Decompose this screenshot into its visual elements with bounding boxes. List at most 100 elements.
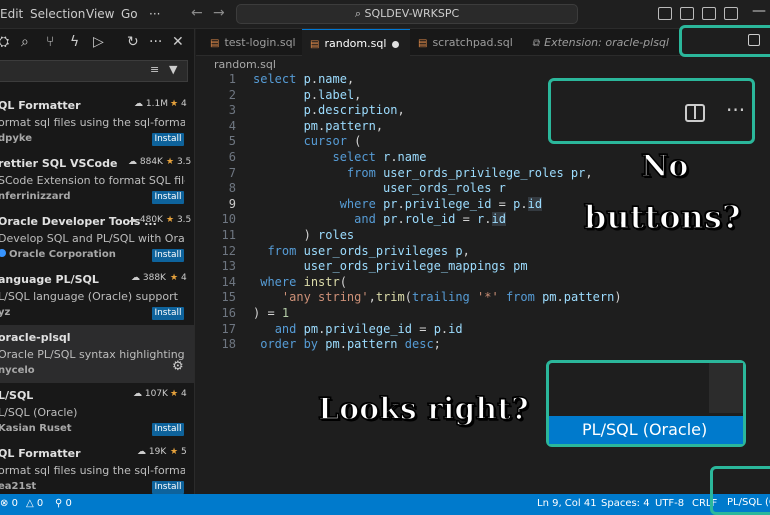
install-button[interactable]: Install: [152, 307, 184, 320]
warnings-status[interactable]: △ 0: [26, 498, 43, 509]
menu-more[interactable]: ···: [149, 7, 160, 21]
clear-filter-icon[interactable]: ≡: [150, 63, 159, 76]
extension-item[interactable]: Oracle Developer Tools ... ☁ 480K ★ 3.5 …: [0, 209, 194, 267]
code-line[interactable]: 12 from user_ords_privileges p,: [196, 244, 770, 260]
install-button[interactable]: Install: [152, 481, 184, 494]
tab-random[interactable]: ▤ random.sql: [302, 29, 410, 56]
line-number: 5: [228, 134, 236, 149]
install-button[interactable]: Install: [152, 191, 184, 204]
extension-description: ormat sql files using the sql-formatter …: [0, 116, 185, 129]
menu-edit[interactable]: Edit: [0, 7, 23, 21]
code-line[interactable]: 17 and pm.privilege_id = p.id: [196, 322, 770, 338]
download-count: ☁ 19K: [137, 447, 167, 457]
filter-icon[interactable]: ▼: [169, 63, 177, 76]
code-line[interactable]: 16) = 1: [196, 306, 770, 322]
tab-test-login[interactable]: ▤ test-login.sql: [204, 29, 302, 56]
star-icon: ★: [170, 447, 179, 457]
install-button[interactable]: Install: [152, 423, 184, 436]
toggle-sidebar-icon[interactable]: [658, 7, 672, 20]
line-number: 8: [228, 181, 236, 196]
broadcast-icon: ⚲: [55, 498, 66, 509]
extension-item[interactable]: anguage PL/SQL ☁ 388K ★ 4 L/SQL language…: [0, 267, 194, 325]
command-center[interactable]: ⌕ SQLDEV-WRKSPC: [236, 4, 578, 24]
warning-icon: △: [26, 498, 37, 509]
customize-layout-icon[interactable]: [724, 7, 738, 20]
back-arrow-icon[interactable]: ←: [191, 5, 203, 21]
command-center-label: SQLDEV-WRKSPC: [364, 7, 460, 20]
download-count: ☁ 884K: [128, 157, 163, 167]
extensions-sidebar: ⛭ ⌕ ⑂ ϟ ▷ ↻ ··· ✕ ≡ ▼ QL Formatter ☁ 1.1…: [0, 29, 195, 494]
unsaved-dot-icon[interactable]: [392, 40, 400, 48]
tab-scratchpad[interactable]: ▤ scratchpad.sql: [410, 29, 520, 56]
extension-publisher: nycelo: [0, 365, 35, 376]
cloud-download-icon: ☁: [137, 447, 149, 457]
cursor-position[interactable]: Ln 9, Col 41: [537, 498, 597, 509]
extension-search-input[interactable]: ≡ ▼: [0, 60, 188, 82]
extension-name: QL Formatter: [0, 447, 81, 460]
extension-item[interactable]: QL Formatter ☁ 19K ★ 5 ormat sql files u…: [0, 441, 194, 494]
split-editor-icon: [748, 34, 760, 46]
tab-extension-oracle-plsql[interactable]: ⧉ Extension: oracle-plsql: [526, 29, 669, 56]
gear-icon[interactable]: ⚙: [172, 359, 184, 374]
search-icon[interactable]: ⌕: [21, 34, 29, 50]
language-mode-status[interactable]: PL/SQL (O: [727, 497, 770, 508]
extension-description: Oracle PL/SQL syntax highlighting: [0, 348, 185, 361]
line-number: 12: [221, 243, 236, 258]
extension-name: oracle-plsql: [0, 331, 71, 344]
extension-item[interactable]: rettier SQL VSCode ☁ 884K ★ 3.5 SCode Ex…: [0, 151, 194, 209]
problems-status[interactable]: ⊗ 0: [0, 498, 18, 509]
extension-description: SCode Extension to format SQL files: [0, 174, 185, 187]
sidebar-toolbar: ⛭ ⌕ ⑂ ϟ ▷ ↻ ··· ✕: [0, 29, 194, 57]
extension-description: ormat sql files using the sql-formatter …: [0, 464, 185, 477]
more-actions-icon[interactable]: ···: [149, 34, 162, 50]
refresh-icon[interactable]: ↻: [127, 34, 139, 50]
cloud-download-icon: ☁: [128, 215, 140, 225]
extension-publisher: ea21st: [0, 481, 37, 492]
code-line[interactable]: 18 order by pm.pattern desc;: [196, 337, 770, 353]
callout-editor-actions: [679, 25, 770, 57]
line-number: 13: [221, 259, 236, 274]
extension-publisher: Oracle Corporation: [0, 249, 116, 260]
rating: ★ 4: [170, 99, 187, 109]
run-debug-icon[interactable]: ▷: [93, 34, 104, 50]
rating: ★ 4: [170, 273, 187, 283]
install-button[interactable]: Install: [152, 133, 184, 146]
ports-status[interactable]: ⚲ 0: [55, 498, 72, 509]
extensions-view-icon[interactable]: ⛭: [0, 34, 9, 50]
rating: ★ 3.5: [166, 215, 192, 225]
lightning-icon[interactable]: ϟ: [70, 34, 79, 50]
extension-item-selected[interactable]: oracle-plsql Oracle PL/SQL syntax highli…: [0, 325, 194, 383]
annotation-looks-right: Looks right?: [317, 391, 529, 428]
code-line[interactable]: 15 'any string',trim(trailing '*' from p…: [196, 290, 770, 306]
line-number: 3: [228, 103, 236, 118]
menu-go[interactable]: Go: [121, 7, 138, 21]
title-bar: Edit Selection View Go ··· ← → ⌕ SQLDEV-…: [0, 0, 770, 29]
indentation-status[interactable]: Spaces: 4: [601, 498, 650, 509]
extension-item[interactable]: L/SQL ☁ 107K ★ 4 L/SQL (Oracle) Kasian R…: [0, 383, 194, 441]
breadcrumb[interactable]: random.sql: [214, 58, 276, 71]
forward-arrow-icon[interactable]: →: [213, 5, 225, 21]
code-line[interactable]: 13 user_ords_privilege_mappings pm: [196, 259, 770, 275]
minimize-icon[interactable]: —: [752, 3, 766, 19]
encoding-status[interactable]: UTF-8: [655, 498, 684, 509]
cloud-download-icon: ☁: [133, 389, 145, 399]
line-number: 17: [221, 321, 236, 336]
code-text: where pr.privilege_id = p.id: [339, 196, 543, 211]
code-line[interactable]: 14 where instr(: [196, 275, 770, 291]
code-text: select p.name,: [253, 72, 355, 86]
extension-description: L/SQL language (Oracle) support: [0, 290, 178, 303]
close-icon[interactable]: ✕: [172, 34, 184, 50]
line-number: 7: [228, 165, 236, 180]
source-control-icon[interactable]: ⑂: [46, 34, 54, 50]
menu-view[interactable]: View: [86, 7, 114, 21]
install-button[interactable]: Install: [152, 249, 184, 262]
search-icon: ⌕: [354, 7, 365, 20]
code-text: where instr(: [260, 274, 347, 289]
toggle-secondary-sidebar-icon[interactable]: [702, 7, 716, 20]
line-number: 18: [221, 337, 236, 352]
toggle-panel-icon[interactable]: [680, 7, 694, 20]
extension-item[interactable]: QL Formatter ☁ 1.1M ★ 4 ormat sql files …: [0, 93, 194, 151]
extension-description: Develop SQL and PL/SQL with Oracle D...: [0, 232, 185, 245]
rating: ★ 4: [170, 389, 187, 399]
menu-selection[interactable]: Selection: [30, 7, 85, 21]
